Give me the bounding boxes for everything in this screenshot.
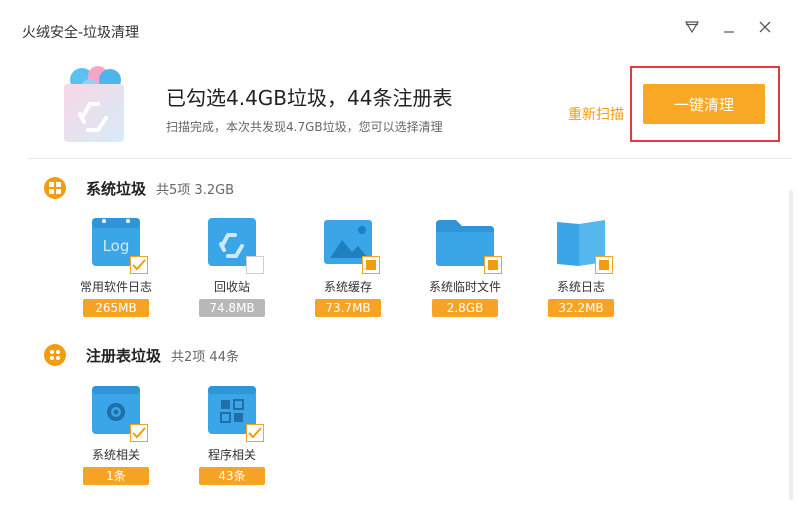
minimize-icon[interactable] [716, 14, 742, 40]
item-size-badge: 265MB [83, 299, 149, 317]
item-label: 系统缓存 [323, 280, 372, 294]
registry-item-program[interactable]: 程序相关 43条 [187, 384, 277, 485]
svg-text:Log: Log [103, 237, 130, 255]
image-cache-icon [322, 216, 380, 274]
junk-item-system-cache[interactable]: 系统缓存 73.7MB [303, 216, 393, 317]
gear-file-icon [90, 384, 148, 442]
item-size-badge: 74.8MB [199, 299, 265, 317]
item-checkbox[interactable] [484, 256, 502, 274]
item-label: 系统临时文件 [428, 280, 501, 294]
item-label: 系统相关 [91, 448, 140, 462]
window-title: 火绒安全-垃圾清理 [22, 25, 140, 41]
item-size-badge: 2.8GB [432, 299, 498, 317]
item-size-badge: 73.7MB [315, 299, 381, 317]
scan-result-headline: 已勾选4.4GB垃圾，44条注册表 [166, 86, 453, 110]
item-count-badge: 1条 [83, 467, 149, 485]
log-file-icon: Log [90, 216, 148, 274]
recycle-bin-icon [206, 216, 264, 274]
junk-item-software-logs[interactable]: Log 常用软件日志 265MB [71, 216, 161, 317]
close-icon[interactable] [752, 14, 778, 40]
registry-icon [44, 344, 66, 366]
rescan-link[interactable]: 重新扫描 [568, 104, 624, 124]
item-label: 系统日志 [556, 280, 605, 294]
item-checkbox[interactable] [362, 256, 380, 274]
junk-item-temp-files[interactable]: 系统临时文件 2.8GB [420, 216, 510, 317]
windows-icon [44, 177, 66, 199]
folder-icon [434, 216, 502, 274]
item-label: 程序相关 [207, 448, 256, 462]
item-checkbox[interactable] [246, 424, 264, 442]
item-size-badge: 32.2MB [548, 299, 614, 317]
header-divider [28, 158, 792, 159]
section-summary: 共2项 44条 [171, 349, 239, 365]
menu-dropdown-icon[interactable] [679, 14, 705, 40]
scan-result-subline: 扫描完成，本次共发现4.7GB垃圾，您可以选择清理 [166, 120, 443, 134]
item-count-badge: 43条 [199, 467, 265, 485]
item-checkbox[interactable] [246, 256, 264, 274]
junk-item-recycle-bin[interactable]: 回收站 74.8MB [187, 216, 277, 317]
item-checkbox[interactable] [595, 256, 613, 274]
item-label: 回收站 [213, 280, 250, 294]
grid-file-icon [206, 384, 264, 442]
section-title: 注册表垃圾 [86, 346, 162, 365]
section-registry-junk-header[interactable]: 注册表垃圾 共2项 44条 [44, 344, 239, 366]
item-checkbox[interactable] [130, 256, 148, 274]
item-label: 常用软件日志 [79, 280, 152, 294]
trash-bin-icon [60, 58, 128, 146]
scan-results-list: 系统垃圾 共5项 3.2GB Log 常用软件日志 265MB 回收站 74.8… [0, 160, 790, 515]
section-summary: 共5项 3.2GB [156, 182, 235, 198]
junk-item-system-logs[interactable]: 系统日志 32.2MB [536, 216, 626, 317]
results-scrollbar[interactable] [789, 190, 793, 500]
scan-summary-header: 已勾选4.4GB垃圾，44条注册表 扫描完成，本次共发现4.7GB垃圾，您可以选… [0, 50, 800, 158]
one-click-clean-button[interactable]: 一键清理 [643, 84, 765, 124]
section-title: 系统垃圾 [86, 179, 147, 198]
item-checkbox[interactable] [130, 424, 148, 442]
registry-item-system[interactable]: 系统相关 1条 [71, 384, 161, 485]
book-icon [555, 216, 613, 274]
section-system-junk-header[interactable]: 系统垃圾 共5项 3.2GB [44, 177, 234, 199]
